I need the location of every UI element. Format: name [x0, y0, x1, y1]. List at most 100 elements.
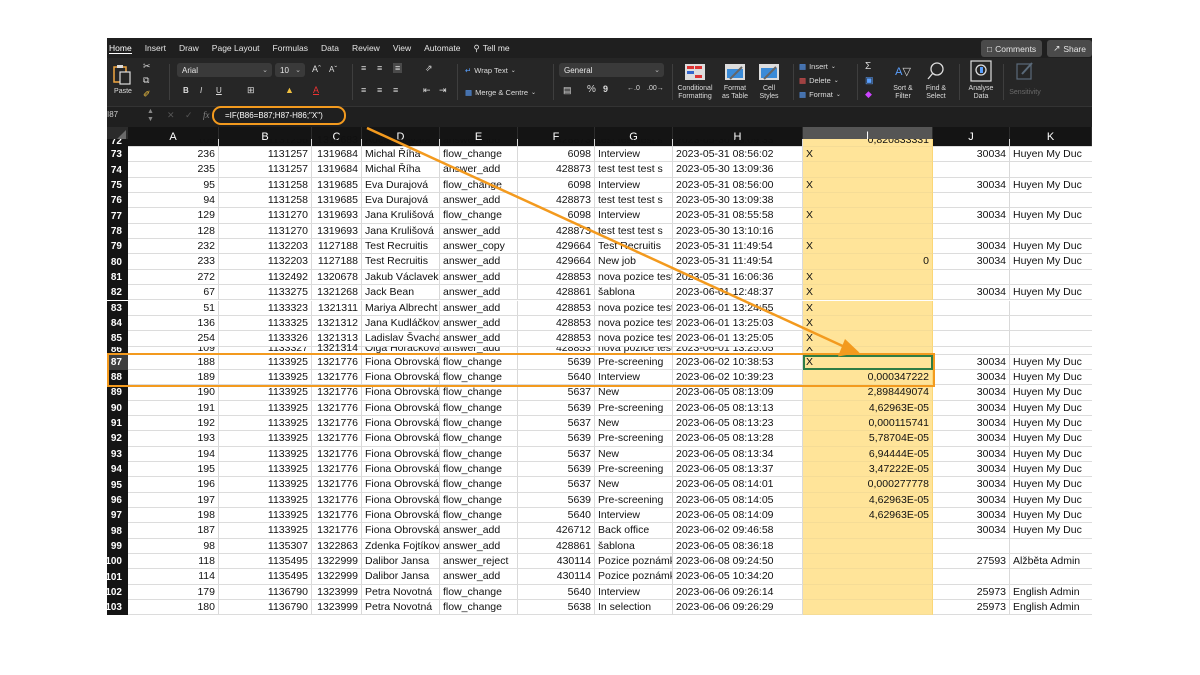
conditional-formatting-button[interactable]: [680, 62, 710, 82]
cell-f83[interactable]: 428853: [518, 300, 595, 316]
row-header[interactable]: 82: [107, 285, 128, 301]
cell-e79[interactable]: answer_copy: [440, 239, 518, 255]
cell-g102[interactable]: Interview: [595, 584, 673, 601]
cell-h74[interactable]: 2023-05-30 13:09:36: [673, 162, 803, 178]
cell-d84[interactable]: Jana Kudláčková: [362, 315, 440, 332]
cell-j72[interactable]: [933, 139, 1010, 147]
enter-icon[interactable]: ✓: [185, 110, 193, 121]
cell-g100[interactable]: Pozice poznámka: [595, 554, 673, 570]
cell-e93[interactable]: flow_change: [440, 446, 518, 462]
cell-d76[interactable]: Eva Durajová: [362, 193, 440, 209]
increase-indent-icon[interactable]: ⇥: [439, 85, 447, 96]
row-header[interactable]: 83: [107, 300, 128, 316]
cell-c77[interactable]: 1319693: [257, 208, 362, 224]
cell-f81[interactable]: 428853: [518, 269, 595, 286]
cell-g73[interactable]: Interview: [595, 147, 673, 163]
row-header[interactable]: 74: [107, 162, 128, 178]
cell-a99[interactable]: 98: [128, 538, 219, 555]
cell-c93[interactable]: 1321776: [257, 446, 362, 462]
cell-k98[interactable]: Huyen My Duc: [1010, 523, 1092, 539]
cell-c75[interactable]: 1319685: [257, 177, 362, 194]
cell-f95[interactable]: 5637: [518, 477, 595, 493]
cell-h96[interactable]: 2023-06-05 08:14:05: [673, 492, 803, 509]
row-header[interactable]: 81: [107, 269, 128, 286]
insert-cells-button[interactable]: ▦ Insert ⌄: [799, 60, 836, 72]
cell-i103[interactable]: [803, 600, 933, 616]
cut-icon[interactable]: ✂: [143, 61, 151, 72]
cell-d92[interactable]: Fiona Obrovská: [362, 431, 440, 447]
cell-h75[interactable]: 2023-05-31 08:56:00: [673, 177, 803, 194]
cell-a91[interactable]: 192: [128, 415, 219, 432]
cell-d89[interactable]: Fiona Obrovská: [362, 385, 440, 401]
cell-e74[interactable]: answer_add: [440, 162, 518, 178]
cell-g79[interactable]: Test Recruitis: [595, 239, 673, 255]
cell-f74[interactable]: 428873: [518, 162, 595, 178]
cell-i80[interactable]: 0: [803, 254, 933, 270]
cell-f97[interactable]: 5640: [518, 508, 595, 524]
cell-e97[interactable]: flow_change: [440, 508, 518, 524]
cell-h93[interactable]: 2023-06-05 08:13:34: [673, 446, 803, 462]
format-cells-button[interactable]: ▦ Format ⌄: [799, 88, 841, 100]
borders-icon[interactable]: ⊞: [247, 85, 255, 96]
cell-g89[interactable]: New: [595, 385, 673, 401]
comments-button[interactable]: □ Comments: [980, 40, 1043, 57]
cell-j88[interactable]: 30034: [933, 369, 1010, 386]
cell-e77[interactable]: flow_change: [440, 208, 518, 224]
cell-d73[interactable]: Michal Říha: [362, 147, 440, 163]
cell-f82[interactable]: 428861: [518, 285, 595, 301]
cell-j101[interactable]: [933, 569, 1010, 585]
cell-e83[interactable]: answer_add: [440, 300, 518, 316]
cell-c101[interactable]: 1322999: [257, 569, 362, 585]
delete-cells-button[interactable]: ▦ Delete ⌄: [799, 74, 839, 86]
cell-h92[interactable]: 2023-06-05 08:13:28: [673, 431, 803, 447]
cell-a92[interactable]: 193: [128, 431, 219, 447]
cell-a72[interactable]: 109: [128, 139, 219, 147]
cell-f96[interactable]: 5639: [518, 492, 595, 509]
cell-j75[interactable]: 30034: [933, 177, 1010, 194]
row-header[interactable]: 79: [107, 239, 128, 255]
row-header[interactable]: 96: [107, 492, 128, 509]
cell-g83[interactable]: nova pozice test: [595, 300, 673, 316]
cell-f94[interactable]: 5639: [518, 462, 595, 478]
row-header[interactable]: 72: [107, 139, 128, 147]
cell-k100[interactable]: Alžběta Admin: [1010, 554, 1092, 570]
cell-a90[interactable]: 191: [128, 400, 219, 416]
row-header[interactable]: 95: [107, 477, 128, 493]
format-as-table-button[interactable]: [721, 62, 749, 82]
cell-h100[interactable]: 2023-06-08 09:24:50: [673, 554, 803, 570]
cell-c96[interactable]: 1321776: [257, 492, 362, 509]
cell-k77[interactable]: Huyen My Duc: [1010, 208, 1092, 224]
cell-i98[interactable]: [803, 523, 933, 539]
cell-j103[interactable]: 25973: [933, 600, 1010, 616]
cell-k78[interactable]: [1010, 224, 1092, 240]
cell-c83[interactable]: 1321311: [257, 300, 362, 316]
cell-f72[interactable]: 428873: [518, 139, 595, 147]
cell-g75[interactable]: Interview: [595, 177, 673, 194]
cell-g81[interactable]: nova pozice test: [595, 269, 673, 286]
cell-e76[interactable]: answer_add: [440, 193, 518, 209]
cell-j97[interactable]: 30034: [933, 508, 1010, 524]
cell-i101[interactable]: [803, 569, 933, 585]
cancel-icon[interactable]: ✕: [167, 110, 175, 121]
cell-e78[interactable]: answer_add: [440, 223, 518, 240]
cell-j100[interactable]: 27593: [933, 554, 1010, 570]
cell-c91[interactable]: 1321776: [257, 415, 362, 432]
cell-j91[interactable]: 30034: [933, 415, 1010, 432]
cell-h89[interactable]: 2023-06-05 08:13:09: [673, 385, 803, 401]
cell-d85[interactable]: Ladislav Švacha: [362, 331, 440, 347]
cell-a102[interactable]: 179: [128, 584, 219, 601]
cell-c98[interactable]: 1321776: [257, 523, 362, 539]
cell-c84[interactable]: 1321312: [257, 315, 362, 332]
cell-a89[interactable]: 190: [128, 385, 219, 401]
cell-c95[interactable]: 1321776: [257, 477, 362, 493]
cell-c90[interactable]: 1321776: [257, 400, 362, 416]
cell-a73[interactable]: 236: [128, 147, 219, 163]
cell-e94[interactable]: flow_change: [440, 462, 518, 478]
cell-d93[interactable]: Fiona Obrovská: [362, 446, 440, 462]
cell-a100[interactable]: 118: [128, 554, 219, 570]
cell-d77[interactable]: Jana Krulišová: [362, 208, 440, 224]
cell-c89[interactable]: 1321776: [257, 385, 362, 401]
cell-f102[interactable]: 5640: [518, 584, 595, 601]
fill-color-icon[interactable]: ▲: [285, 85, 294, 95]
cell-k80[interactable]: Huyen My Duc: [1010, 254, 1092, 270]
